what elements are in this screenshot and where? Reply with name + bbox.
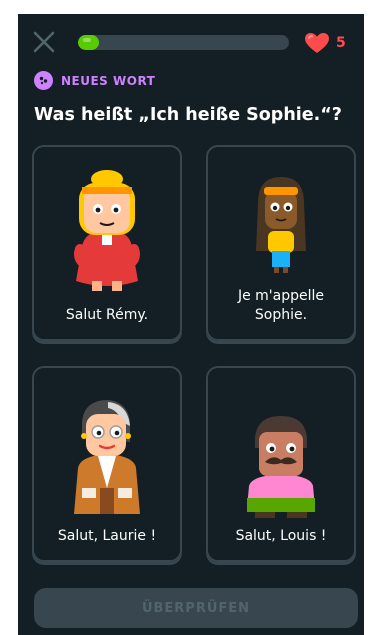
new-word-badge: NEUES WORT (34, 71, 155, 90)
option-card-sophie[interactable]: Je m'appelle Sophie. (206, 145, 356, 341)
option-card-laurie[interactable]: Salut, Laurie ! (32, 366, 182, 562)
character-sophie-image (256, 177, 306, 273)
question-title: Was heißt „Ich heiße Sophie.“? (34, 105, 342, 125)
lesson-screen: 5 NEUES WORT Was heißt „Ich heiße Sophie… (18, 14, 364, 635)
progress-fill (78, 35, 100, 50)
heart-icon (305, 33, 329, 53)
new-word-label: NEUES WORT (61, 73, 156, 88)
progress-bar (78, 35, 289, 50)
option-card-remy[interactable]: Salut Rémy. (32, 145, 182, 341)
character-laurie-image (74, 400, 140, 514)
option-label: Salut Rémy. (65, 307, 149, 323)
new-word-icon (34, 71, 53, 90)
check-button[interactable]: ÜBERPRÜFEN (34, 588, 358, 628)
close-icon (33, 31, 55, 53)
hearts-counter[interactable]: 5 (304, 32, 346, 54)
option-label: Salut, Laurie ! (57, 528, 157, 544)
option-label: Je m'appelle Sophie. (237, 288, 325, 323)
character-remy-image (74, 170, 140, 291)
close-button[interactable] (32, 30, 56, 54)
option-card-louis[interactable]: Salut, Louis ! (206, 366, 356, 562)
character-louis-image (247, 416, 315, 518)
hearts-count: 5 (336, 35, 346, 51)
option-label: Salut, Louis ! (235, 528, 327, 544)
